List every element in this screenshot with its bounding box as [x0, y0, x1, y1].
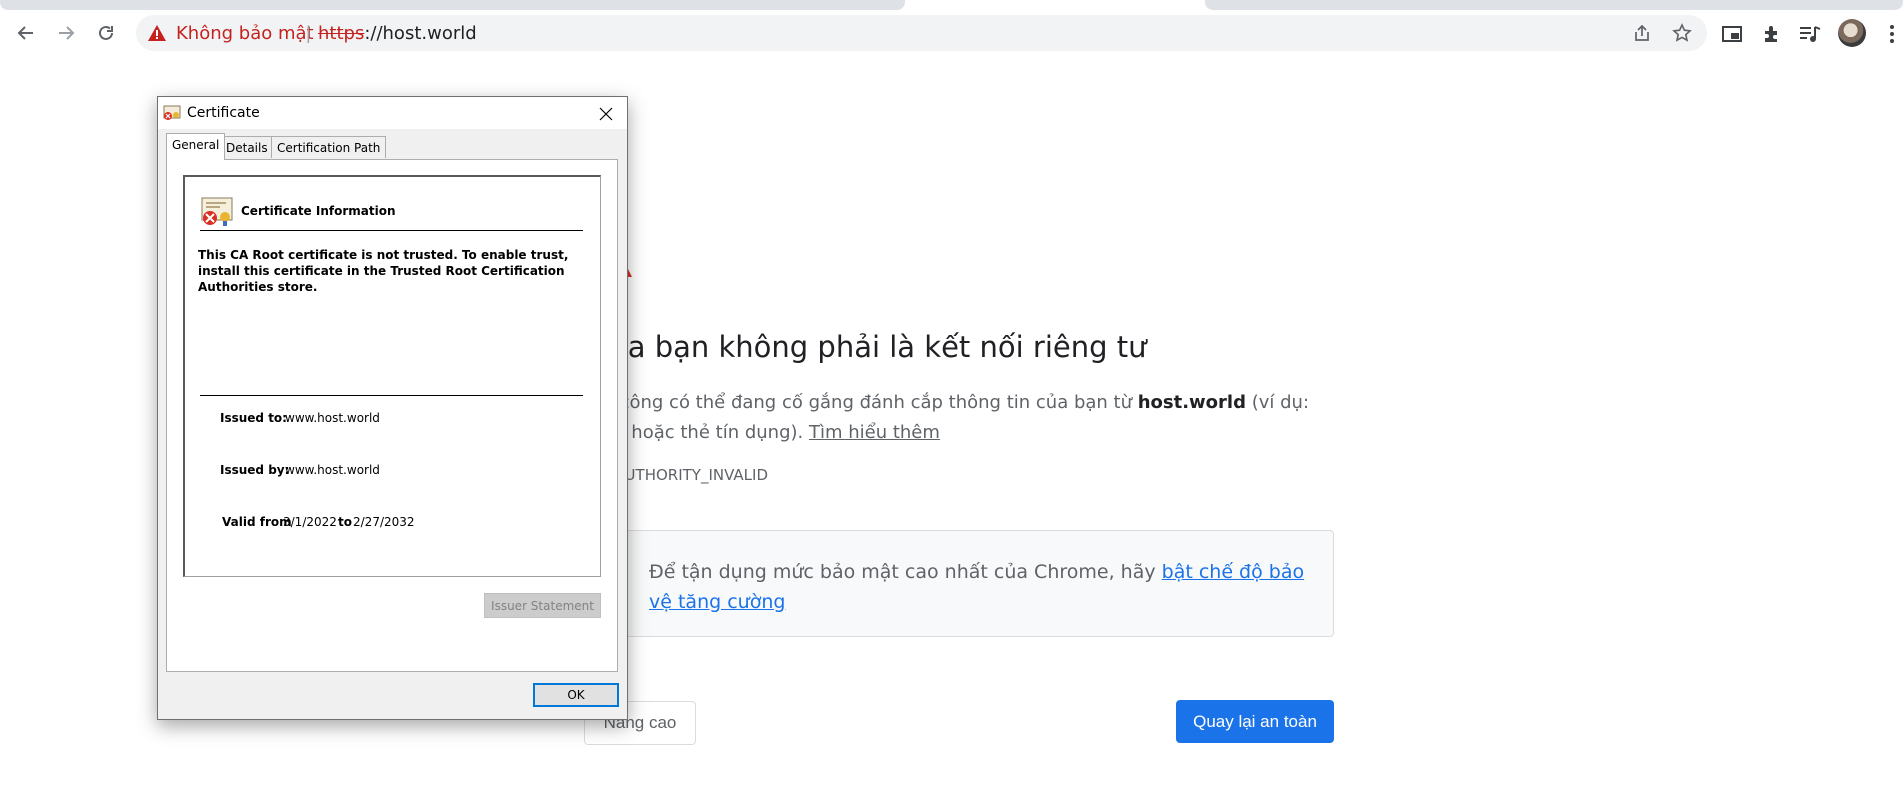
- issued-by-value: www.host.world: [285, 463, 380, 477]
- description-text: (ví dụ:: [1245, 392, 1310, 413]
- valid-to-value: 2/27/2032: [353, 515, 415, 529]
- warning-description: g kẻ tấn công có thể đang cố gắng đánh c…: [540, 388, 1340, 448]
- extensions-icon[interactable]: [1760, 22, 1784, 46]
- omnibox-separator: |: [306, 23, 311, 43]
- issued-to-label: Issued to:: [220, 411, 287, 425]
- warning-triangle-icon[interactable]: [148, 25, 166, 46]
- certificate-dialog: Certificate General Details Certificatio…: [157, 96, 628, 720]
- dialog-title: Certificate: [187, 105, 260, 121]
- divider: [200, 230, 583, 231]
- url-host: ://host.world: [364, 23, 477, 44]
- issuer-statement-button: Issuer Statement: [484, 593, 601, 618]
- enhanced-protection-text: Để tận dụng mức bảo mật cao nhất của Chr…: [649, 557, 1329, 617]
- forward-arrow-icon[interactable]: [51, 18, 81, 48]
- tab-strip: [0, 0, 1903, 14]
- back-to-safety-button[interactable]: Quay lại an toàn: [1176, 700, 1334, 743]
- divider: [200, 395, 583, 396]
- learn-more-link[interactable]: Tìm hiểu thêm: [809, 422, 940, 443]
- valid-to-label: to: [338, 515, 352, 529]
- browser-tab[interactable]: [1205, 0, 1903, 10]
- tab-general[interactable]: General: [166, 133, 226, 160]
- share-icon[interactable]: [1631, 22, 1653, 44]
- certificate-info-frame: Certificate Information This CA Root cer…: [183, 175, 601, 577]
- address-bar[interactable]: Không bảo mật | https://host.world: [136, 15, 1707, 51]
- picture-in-picture-icon[interactable]: [1720, 22, 1744, 46]
- enhanced-protection-box: Để tận dụng mức bảo mật cao nhất của Chr…: [580, 530, 1334, 637]
- tab-details[interactable]: Details: [220, 136, 274, 158]
- dialog-titlebar[interactable]: Certificate: [158, 97, 627, 129]
- certificate-error-icon: [201, 197, 233, 231]
- certificate-info-heading: Certificate Information: [241, 204, 396, 218]
- issued-by-label: Issued by:: [220, 463, 290, 477]
- media-control-icon[interactable]: [1798, 22, 1822, 46]
- certificate-error-icon: [163, 105, 181, 125]
- close-icon[interactable]: [594, 103, 618, 125]
- page-title: nối của bạn không phải là kết nối riêng …: [540, 330, 1147, 364]
- issued-to-value: www.host.world: [285, 411, 380, 425]
- valid-from-value: 3/1/2022: [283, 515, 337, 529]
- star-icon[interactable]: [1671, 22, 1693, 44]
- host-name: host.world: [1137, 392, 1246, 413]
- tab-certification-path[interactable]: Certification Path: [271, 136, 387, 158]
- profile-avatar[interactable]: [1838, 19, 1866, 47]
- url-text[interactable]: https://host.world: [318, 23, 477, 44]
- valid-from-label: Valid from: [222, 515, 292, 529]
- browser-toolbar: Không bảo mật | https://host.world: [0, 14, 1903, 52]
- ok-button[interactable]: OK: [533, 683, 619, 707]
- back-arrow-icon[interactable]: [11, 18, 41, 48]
- description-text: g kẻ tấn công có thể đang cố gắng đánh c…: [540, 392, 1138, 413]
- not-trusted-message: This CA Root certificate is not trusted.…: [198, 248, 569, 294]
- menu-dots-icon[interactable]: [1880, 22, 1903, 46]
- reload-icon[interactable]: [91, 18, 121, 48]
- browser-tab[interactable]: [0, 0, 905, 10]
- url-scheme: https: [318, 23, 365, 44]
- not-secure-label[interactable]: Không bảo mật: [176, 23, 314, 44]
- enhanced-protection-prefix: Để tận dụng mức bảo mật cao nhất của Chr…: [649, 561, 1162, 583]
